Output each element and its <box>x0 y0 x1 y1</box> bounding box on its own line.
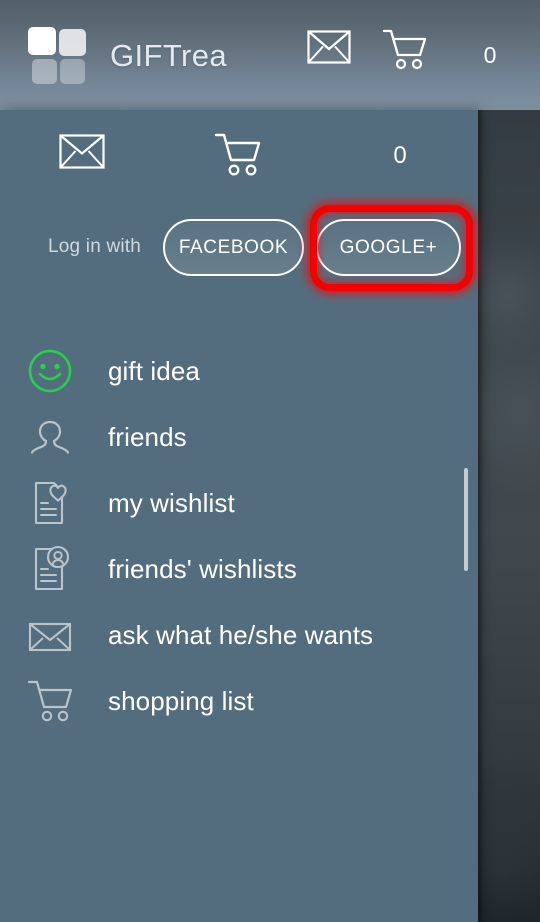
logo-square-top-left <box>28 27 56 55</box>
drawer-shopping-cart-icon[interactable] <box>214 132 262 180</box>
login-with-label: Log in with <box>48 236 142 257</box>
logo-square-bottom-right <box>60 59 85 84</box>
navigation-drawer: 0 Log in with FACEBOOK GOOGLE+ gift idea… <box>0 110 478 922</box>
drawer-envelope-icon[interactable] <box>59 134 105 180</box>
google-plus-login-button[interactable]: GOOGLE+ <box>316 219 461 276</box>
shopping-cart-icon[interactable] <box>382 28 428 74</box>
app-bar: GIFTrea 0 <box>0 0 540 110</box>
menu-item-label: shopping list <box>108 685 254 716</box>
document-heart-icon <box>22 477 78 529</box>
menu-item-friends-wishlists[interactable]: friends' wishlists <box>0 536 478 602</box>
menu-item-label: friends' wishlists <box>108 553 297 584</box>
app-screen: GIFTrea 0 0 Log in with FACEBOOK GOOGLE+… <box>0 0 540 922</box>
facebook-login-button[interactable]: FACEBOOK <box>163 219 304 276</box>
menu-item-label: gift idea <box>108 355 200 386</box>
logo-square-bottom-left <box>32 59 57 84</box>
drawer-edge-shadow <box>478 110 484 922</box>
menu-item-shopping-list[interactable]: shopping list <box>0 668 478 734</box>
drawer-cart-count-badge: 0 <box>393 142 407 169</box>
menu-item-label: my wishlist <box>108 487 235 518</box>
login-row: Log in with FACEBOOK GOOGLE+ <box>0 205 478 295</box>
envelope-icon[interactable] <box>307 30 351 74</box>
drawer-scrollbar-thumb[interactable] <box>464 468 468 571</box>
envelope-icon <box>22 609 78 661</box>
drawer-menu-list: gift idea friends my wishlist friends' w… <box>0 338 478 734</box>
person-icon <box>22 411 78 463</box>
four-squares-logo-icon[interactable] <box>28 27 86 84</box>
menu-item-ask-what-wants[interactable]: ask what he/she wants <box>0 602 478 668</box>
menu-item-label: friends <box>108 421 187 452</box>
document-person-icon <box>22 543 78 595</box>
shopping-cart-icon <box>22 675 78 727</box>
menu-item-label: ask what he/she wants <box>108 619 374 650</box>
menu-item-gift-idea[interactable]: gift idea <box>0 338 478 404</box>
smiley-face-icon <box>22 345 78 397</box>
logo-square-top-right <box>59 29 86 56</box>
menu-item-my-wishlist[interactable]: my wishlist <box>0 470 478 536</box>
app-title: GIFTrea <box>110 38 228 73</box>
cart-count-badge: 0 <box>483 42 497 68</box>
menu-item-friends[interactable]: friends <box>0 404 478 470</box>
